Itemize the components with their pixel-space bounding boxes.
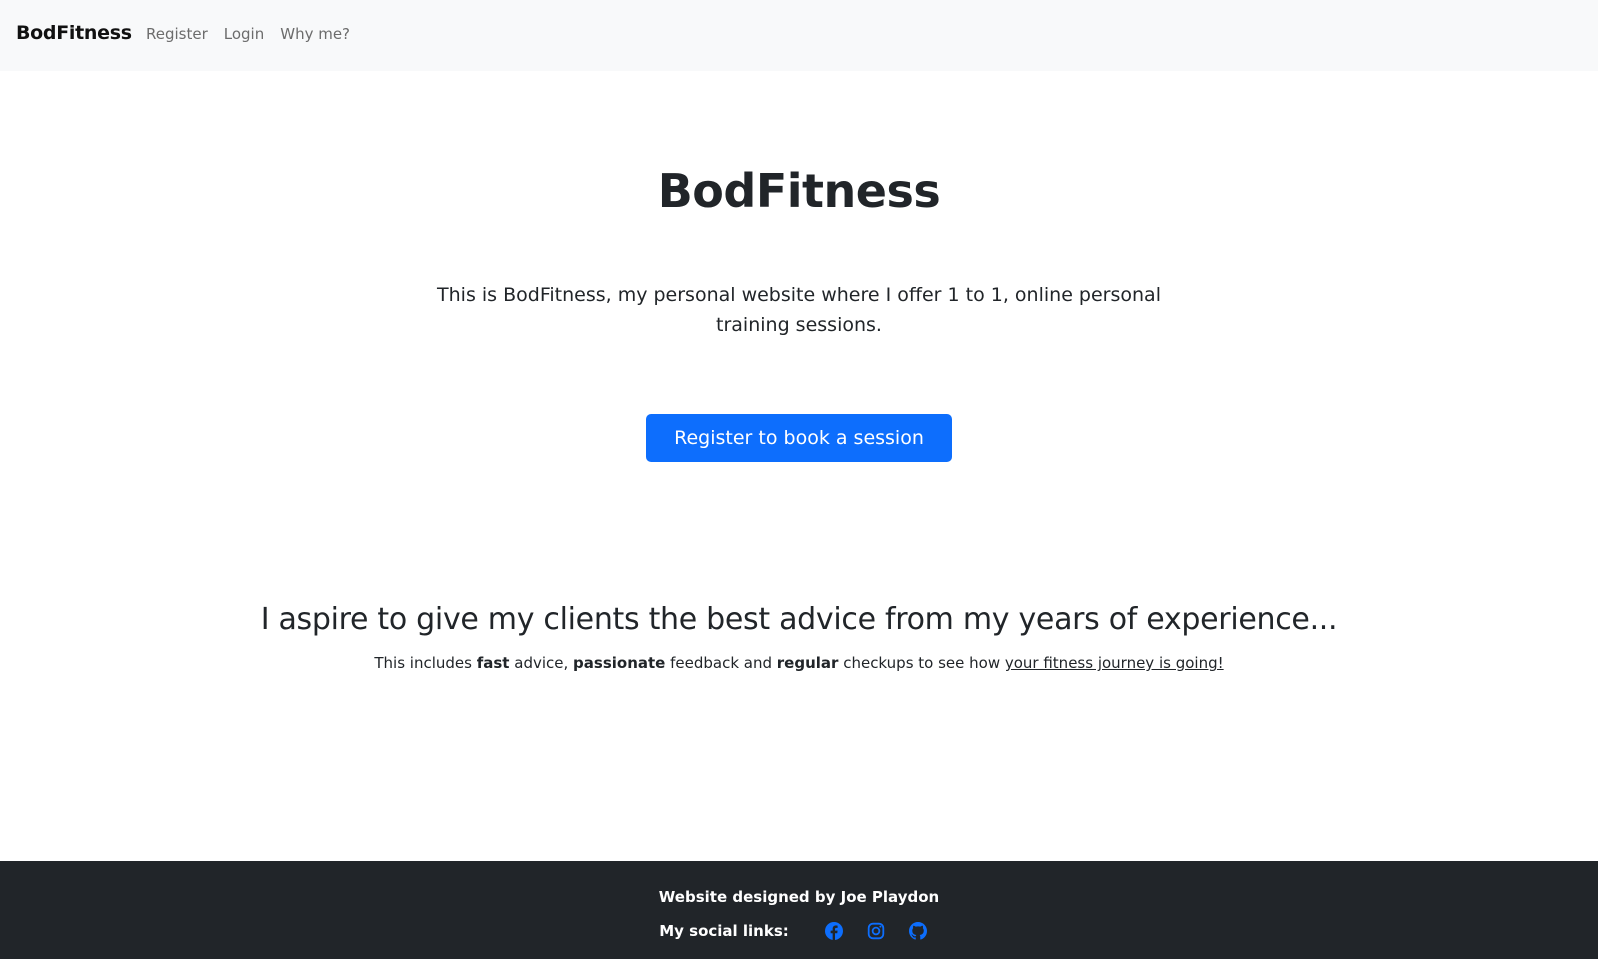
navbar: BodFitness Register Login Why me? xyxy=(0,0,1598,71)
emphasis-fast: fast xyxy=(476,654,510,672)
nav-link-login[interactable]: Login xyxy=(216,25,272,43)
fitness-journey-link[interactable]: your fitness journey is going! xyxy=(1005,654,1224,672)
aspire-heading: I aspire to give my clients the best adv… xyxy=(260,602,1338,637)
emphasis-regular: regular xyxy=(776,654,839,672)
github-icon[interactable] xyxy=(908,922,927,940)
nav-links: Register Login Why me? xyxy=(138,25,358,43)
includes-text-part: checkups to see how xyxy=(838,654,1005,672)
navbar-brand[interactable]: BodFitness xyxy=(16,22,132,44)
social-label: My social links: xyxy=(659,922,789,940)
footer-social: My social links: xyxy=(0,922,1598,940)
nav-link-why-me[interactable]: Why me? xyxy=(272,25,358,43)
nav-link-register[interactable]: Register xyxy=(138,25,216,43)
hero-lead: This is BodFitness, my personal website … xyxy=(437,284,1161,336)
footer-credit: Website designed by Joe Playdon xyxy=(658,888,940,906)
includes-text-part: feedback and xyxy=(665,654,777,672)
includes-text: This includes fast advice, passionate fe… xyxy=(0,654,1598,672)
facebook-icon[interactable] xyxy=(824,922,843,940)
hero-title: BodFitness xyxy=(657,164,941,218)
footer: Website designed by Joe Playdon My socia… xyxy=(0,861,1598,959)
includes-text-part: advice, xyxy=(509,654,574,672)
includes-text-part: This includes xyxy=(374,654,477,672)
register-cta-button[interactable]: Register to book a session xyxy=(646,414,952,462)
instagram-icon[interactable] xyxy=(867,922,885,940)
emphasis-passionate: passionate xyxy=(573,654,666,672)
